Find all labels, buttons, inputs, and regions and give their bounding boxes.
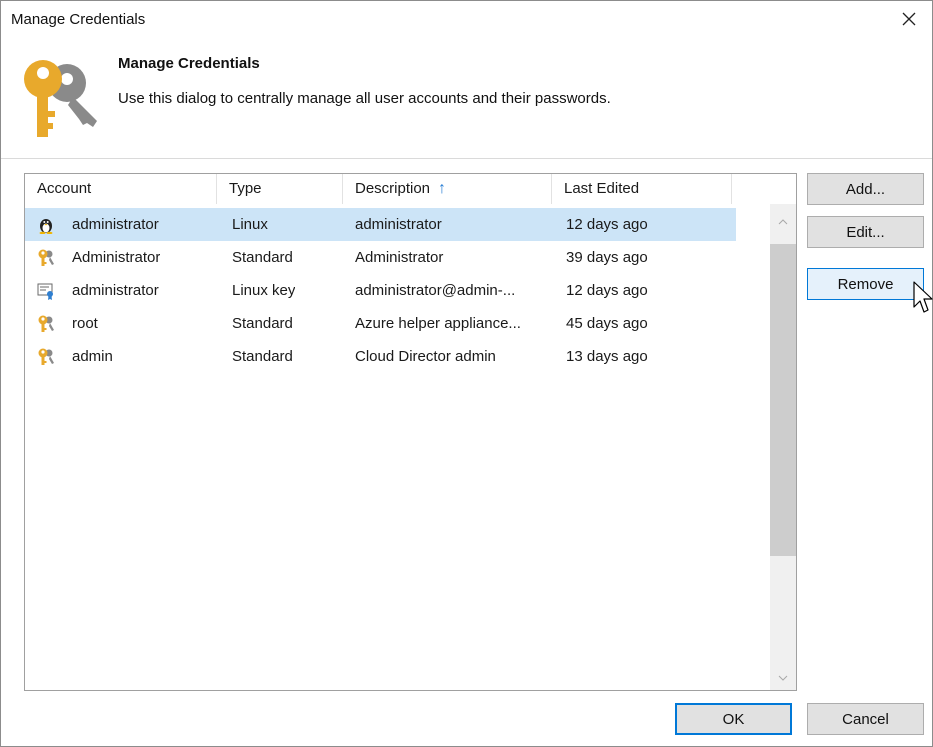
- key-user-icon: [38, 315, 54, 332]
- account-cell: admin: [72, 348, 113, 365]
- table-row[interactable]: Administrator Standard Administrator 39 …: [25, 241, 736, 274]
- description-cell: Azure helper appliance...: [355, 315, 521, 332]
- type-cell: Standard: [232, 249, 293, 266]
- last-edited-cell: 13 days ago: [566, 348, 648, 365]
- account-cell: administrator: [72, 216, 159, 233]
- remove-button[interactable]: Remove: [807, 268, 924, 300]
- chevron-up-icon: [778, 219, 788, 225]
- column-header-type[interactable]: Type: [217, 174, 343, 204]
- description-cell: administrator@admin-...: [355, 282, 516, 299]
- column-header-label: Account: [37, 180, 92, 197]
- last-edited-cell: 12 days ago: [566, 282, 648, 299]
- cancel-button[interactable]: Cancel: [807, 703, 924, 735]
- key-user-icon: [38, 348, 54, 365]
- description-cell: Administrator: [355, 249, 444, 266]
- scroll-down-button[interactable]: [770, 668, 796, 688]
- content-area: Account Type Description ↑ Last Edited ad…: [1, 159, 932, 746]
- list-header: Account Type Description ↑ Last Edited: [25, 174, 796, 204]
- scroll-up-button[interactable]: [770, 212, 796, 232]
- banner-title: Manage Credentials: [118, 55, 260, 72]
- last-edited-cell: 45 days ago: [566, 315, 648, 332]
- type-cell: Linux key: [232, 282, 296, 299]
- scroll-thumb[interactable]: [770, 244, 796, 556]
- description-cell: administrator: [355, 216, 442, 233]
- column-header-label: Description: [355, 180, 431, 197]
- vertical-scrollbar[interactable]: [770, 204, 796, 690]
- account-cell: Administrator: [72, 249, 161, 266]
- keys-icon: [24, 60, 97, 137]
- description-cell: Cloud Director admin: [355, 348, 496, 365]
- window-title: Manage Credentials: [11, 11, 146, 28]
- account-cell: root: [72, 315, 98, 332]
- last-edited-cell: 39 days ago: [566, 249, 648, 266]
- close-icon: [902, 12, 916, 26]
- mouse-cursor-icon: [913, 281, 933, 313]
- table-row[interactable]: admin Standard Cloud Director admin 13 d…: [25, 340, 736, 373]
- credentials-list[interactable]: Account Type Description ↑ Last Edited ad…: [24, 173, 797, 691]
- banner-description: Use this dialog to centrally manage all …: [118, 90, 611, 107]
- account-cell: administrator: [72, 282, 159, 299]
- table-row[interactable]: administrator Linux key administrator@ad…: [25, 274, 736, 307]
- type-cell: Linux: [232, 216, 268, 233]
- table-row[interactable]: administrator Linux administrator 12 day…: [25, 208, 736, 241]
- column-header-label: Last Edited: [564, 180, 640, 197]
- type-cell: Standard: [232, 315, 293, 332]
- close-button[interactable]: [886, 1, 932, 37]
- edit-button[interactable]: Edit...: [807, 216, 924, 248]
- column-header-description[interactable]: Description ↑: [343, 174, 552, 204]
- column-header-label: Type: [229, 180, 262, 197]
- manage-credentials-dialog: Manage Credentials Manage Credentials Us…: [0, 0, 933, 747]
- key-user-icon: [38, 249, 54, 266]
- linux-penguin-icon: [39, 219, 53, 234]
- add-button[interactable]: Add...: [807, 173, 924, 205]
- column-header-last-edited[interactable]: Last Edited: [552, 174, 732, 204]
- certificate-key-icon: [37, 283, 53, 300]
- sort-ascending-icon: ↑: [438, 180, 447, 197]
- chevron-down-icon: [778, 675, 788, 681]
- column-header-account[interactable]: Account: [25, 174, 217, 204]
- ok-button[interactable]: OK: [675, 703, 792, 735]
- table-row[interactable]: root Standard Azure helper appliance... …: [25, 307, 736, 340]
- type-cell: Standard: [232, 348, 293, 365]
- last-edited-cell: 12 days ago: [566, 216, 648, 233]
